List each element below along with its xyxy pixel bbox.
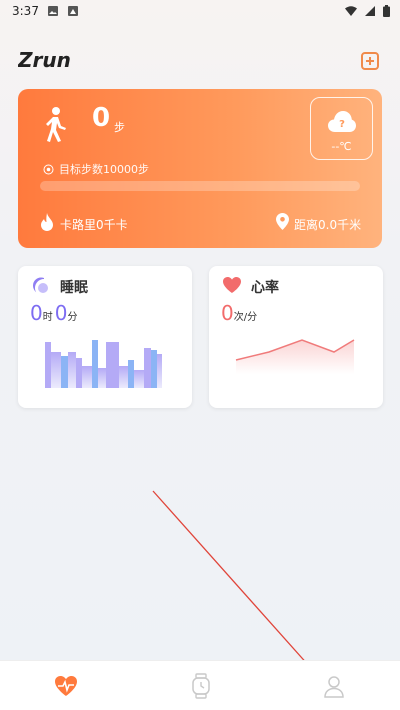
- svg-text:Zrun: Zrun: [18, 48, 71, 72]
- sleep-bar: [106, 342, 119, 388]
- cloud-question-icon: ?: [328, 111, 356, 132]
- sleep-bar: [119, 366, 128, 388]
- add-device-button[interactable]: [361, 52, 379, 70]
- system-icons: [345, 5, 390, 17]
- sleep-value: 0 时 0 分: [30, 301, 79, 325]
- location-pin-icon: [276, 213, 289, 230]
- battery-icon: [383, 5, 390, 17]
- heart-rate-unit: 次/分: [233, 312, 258, 323]
- sleep-bar: [128, 360, 134, 388]
- heart-rate-number: 0: [221, 301, 234, 325]
- sleep-bar: [151, 350, 157, 388]
- notification-icons: [48, 6, 78, 16]
- signal-icon: [365, 6, 375, 16]
- sleep-bar: [51, 352, 61, 388]
- sleep-bar: [76, 358, 82, 388]
- steps-card[interactable]: 0 步 目标步数10000步 卡路里0千卡 距离0.0千米 ? --℃: [18, 89, 382, 248]
- sleep-hours: 0: [30, 301, 43, 325]
- heart-icon: [223, 277, 241, 293]
- target-icon: [43, 164, 54, 175]
- sleep-bar: [92, 340, 98, 388]
- sleep-minutes-unit: 分: [67, 312, 78, 323]
- status-bar: 3:37: [0, 0, 400, 24]
- image-notification-icon: [48, 6, 58, 16]
- distance-label: 距离0.0千米: [294, 218, 362, 232]
- sleep-bar: [144, 348, 151, 388]
- profile-icon[interactable]: [321, 673, 347, 699]
- target-steps-label: 目标步数10000步: [59, 163, 149, 176]
- sleep-bar: [134, 370, 144, 388]
- sleep-title: 睡眠: [60, 280, 88, 296]
- heart-rate-chart: [235, 339, 355, 374]
- sleep-bar: [45, 342, 51, 388]
- heart-rate-title: 心率: [251, 280, 279, 296]
- steps-progress-bar: [40, 181, 360, 191]
- steps-unit: 步: [114, 121, 125, 134]
- status-time: 3:37: [12, 4, 39, 18]
- heart-rate-area: [236, 340, 354, 374]
- heart-rate-value: 0 次/分: [221, 301, 259, 325]
- flame-icon: [41, 213, 53, 231]
- bottom-navigation: [0, 660, 400, 710]
- weather-widget[interactable]: ? --℃: [310, 97, 373, 160]
- moon-icon: [33, 277, 48, 293]
- steps-value: 0: [92, 103, 111, 133]
- sleep-bar: [61, 356, 68, 388]
- heart-rate-card[interactable]: 心率 0 次/分: [209, 266, 383, 408]
- svg-text:?: ?: [339, 119, 345, 130]
- sleep-chart: [45, 340, 162, 388]
- heartbeat-icon[interactable]: [53, 673, 79, 699]
- zrun-logo: Zrun: [18, 48, 71, 72]
- walk-icon: [46, 107, 66, 142]
- sleep-card[interactable]: 睡眠 0 时 0 分: [18, 266, 192, 408]
- calories-label: 卡路里0千卡: [60, 218, 128, 232]
- sleep-hours-unit: 时: [42, 312, 53, 323]
- temperature-label: --℃: [331, 140, 352, 153]
- gallery-notification-icon: [68, 6, 78, 16]
- sleep-bar: [98, 368, 106, 388]
- watch-icon[interactable]: [188, 673, 214, 699]
- wifi-icon: [345, 6, 357, 16]
- sleep-bar: [68, 352, 76, 388]
- sleep-minutes: 0: [54, 301, 68, 325]
- sleep-bar: [82, 366, 92, 388]
- sleep-bar: [157, 354, 162, 388]
